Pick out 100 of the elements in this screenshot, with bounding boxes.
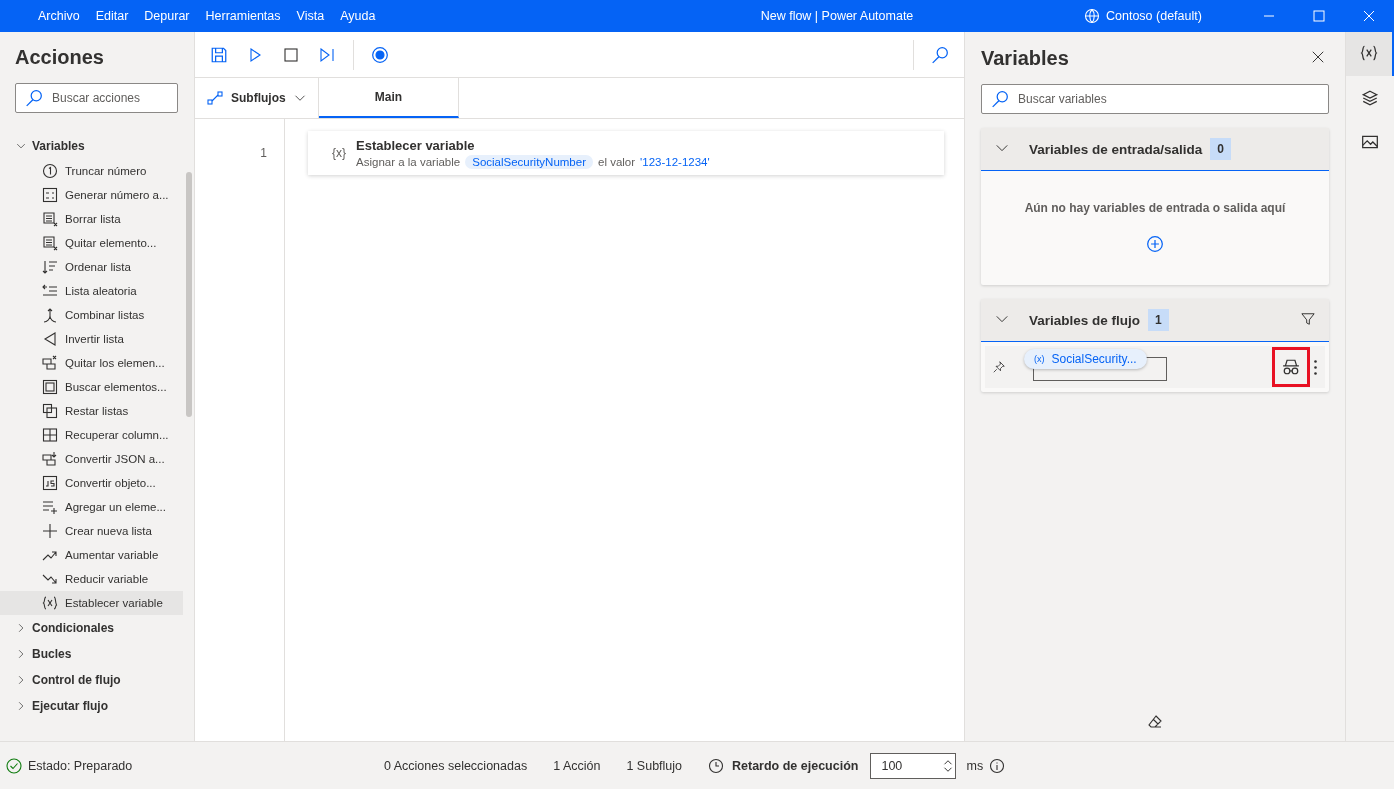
- action-item[interactable]: Generar número a...: [0, 183, 183, 207]
- triangle-left-icon: [42, 331, 58, 347]
- globe-icon: [1084, 8, 1100, 24]
- eraser-icon: [1147, 714, 1163, 730]
- search-icon: [931, 45, 949, 64]
- action-item[interactable]: Establecer variable: [0, 591, 183, 615]
- section-title[interactable]: Variables de entrada/salida: [1029, 141, 1203, 157]
- chevron-right-icon: [16, 675, 26, 685]
- step-icon: {x}: [332, 146, 346, 160]
- panel-title: Acciones: [15, 46, 105, 69]
- check-circle-icon: [6, 757, 22, 774]
- action-item[interactable]: Invertir lista: [0, 327, 183, 351]
- js-file-icon: [42, 475, 58, 491]
- shuffle-list-icon: [42, 283, 58, 299]
- action-item[interactable]: Convertir objeto...: [0, 471, 183, 495]
- maximize-icon[interactable]: [1313, 10, 1325, 22]
- filter-icon: [1301, 311, 1315, 326]
- subtract-list-icon: [42, 403, 58, 419]
- tree-category[interactable]: Variables: [0, 133, 194, 159]
- subflow-icon: [207, 90, 223, 106]
- pin-icon: [993, 361, 1005, 373]
- save-icon: [210, 45, 228, 64]
- status-text: 0 Acciones seleccionadas: [384, 758, 528, 773]
- menu-item[interactable]: Ayuda: [332, 5, 384, 27]
- action-item[interactable]: Crear nueva lista: [0, 519, 183, 543]
- tree-category[interactable]: Control de flujo: [0, 667, 194, 693]
- action-item[interactable]: Buscar elementos...: [0, 375, 183, 399]
- step-text: el valor: [598, 155, 636, 168]
- play-icon: [247, 46, 263, 63]
- close-icon: [1311, 50, 1325, 64]
- record-icon: [371, 45, 389, 64]
- add-list-item-icon: [42, 499, 58, 515]
- action-item[interactable]: Ordenar lista: [0, 255, 183, 279]
- empty-message: Aún no hay variables de entrada o salida aquí: [1024, 200, 1286, 215]
- chevron-right-icon: [16, 701, 26, 711]
- chevron-right-icon: [16, 649, 26, 659]
- add-icon: [1146, 234, 1164, 253]
- action-item[interactable]: Convertir JSON a...: [0, 447, 183, 471]
- list-delete-icon: [42, 235, 58, 251]
- line-number: 1: [260, 145, 267, 162]
- sort-icon: [42, 259, 58, 275]
- action-item[interactable]: Recuperar column...: [0, 423, 183, 447]
- account-name[interactable]: Contoso (default): [1106, 9, 1202, 23]
- variable-token: SocialSecurityNumber: [465, 154, 593, 169]
- action-item[interactable]: Restar listas: [0, 399, 183, 423]
- table-column-icon: [42, 427, 58, 443]
- image-icon: [1361, 133, 1379, 151]
- menu-item[interactable]: Editar: [87, 5, 137, 27]
- sensitive-toggle[interactable]: [1272, 347, 1310, 387]
- window-title: New flow | Power Automate: [759, 9, 915, 23]
- clock-icon: [708, 757, 725, 774]
- action-item[interactable]: Combinar listas: [0, 303, 183, 327]
- menu-item[interactable]: Archivo: [30, 5, 88, 27]
- step-icon: [319, 46, 335, 63]
- action-item[interactable]: Truncar número: [0, 159, 183, 183]
- action-item[interactable]: Quitar elemento...: [0, 231, 183, 255]
- tree-category[interactable]: Bucles: [0, 641, 194, 667]
- stop-icon: [283, 46, 299, 63]
- action-item[interactable]: Lista aleatoria: [0, 279, 183, 303]
- step-title: Establecer variable: [356, 137, 476, 153]
- variable-chip[interactable]: (x) SocialSecurity...: [1024, 349, 1147, 369]
- action-item[interactable]: Aumentar variable: [0, 543, 183, 567]
- variable-icon: [42, 595, 58, 611]
- count-badge: 0: [1210, 138, 1232, 160]
- section-title[interactable]: Variables de flujo: [1029, 312, 1141, 328]
- chevron-right-icon: [16, 623, 26, 633]
- action-item[interactable]: Quitar los elemen...: [0, 351, 183, 375]
- tree-category[interactable]: Ejecutar flujo: [0, 693, 194, 719]
- action-item[interactable]: Borrar lista: [0, 207, 183, 231]
- variable-row[interactable]: (x) SocialSecurity...: [985, 346, 1325, 388]
- close-icon[interactable]: [1363, 10, 1375, 22]
- layers-icon: [1361, 89, 1379, 107]
- action-item[interactable]: Reducir variable: [0, 567, 183, 591]
- value-text: '123-12-1234': [640, 155, 710, 168]
- menu-item[interactable]: Depurar: [136, 5, 198, 27]
- subflows-dropdown[interactable]: Subflujos: [195, 78, 319, 118]
- panel-title: Variables: [981, 47, 1069, 70]
- status-text: Estado: Preparado: [28, 758, 133, 773]
- count-badge: 1: [1148, 309, 1169, 331]
- scrollbar[interactable]: [186, 172, 192, 417]
- tree-category[interactable]: Condicionales: [0, 615, 194, 641]
- more-icon: [1314, 359, 1317, 375]
- search-list-icon: [42, 379, 58, 395]
- menu-item[interactable]: Vista: [288, 5, 333, 27]
- convert-icon: [42, 451, 58, 467]
- plus-icon: [42, 523, 58, 539]
- list-icon: [42, 187, 58, 203]
- search-field[interactable]: Buscar variables: [981, 84, 1329, 114]
- variable-icon: [1360, 43, 1378, 62]
- delay-field[interactable]: 100: [870, 752, 957, 779]
- action-item[interactable]: Agregar un eleme...: [0, 495, 183, 519]
- spy-glasses-icon: [1282, 358, 1300, 376]
- info-icon: [989, 757, 1006, 774]
- status-text: 1 Subflujo: [626, 758, 683, 773]
- tab[interactable]: Main: [319, 78, 459, 118]
- search-field[interactable]: Buscar acciones: [15, 83, 178, 113]
- chevron-down-icon: [16, 141, 26, 151]
- variables-tab[interactable]: [1346, 32, 1394, 76]
- menu-item[interactable]: Herramientas: [197, 5, 289, 27]
- unit-label: ms: [966, 758, 984, 773]
